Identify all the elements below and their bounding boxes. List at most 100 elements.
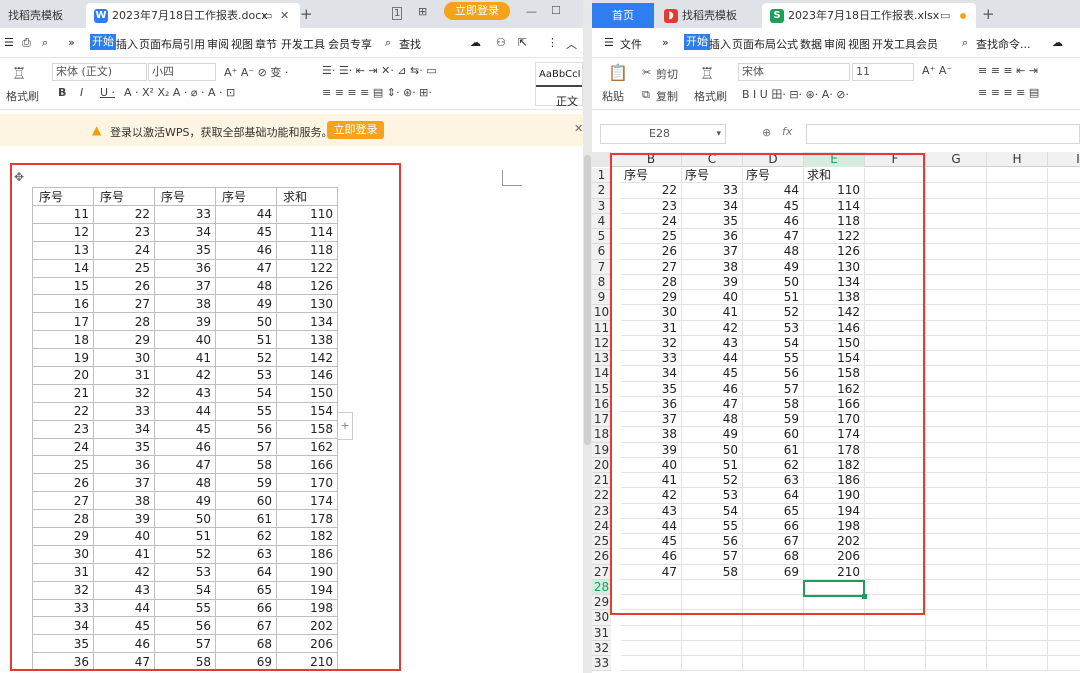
name-box[interactable]: E28 ▾	[600, 124, 726, 144]
sheet-cell[interactable]	[1048, 488, 1080, 504]
new-tab-icon[interactable]: +	[300, 5, 313, 23]
row-header[interactable]: 4	[592, 213, 611, 229]
sheet-cell[interactable]	[1048, 458, 1080, 473]
maximize-icon[interactable]: ☐	[551, 4, 561, 17]
tab-xlsx[interactable]: S 2023年7月18日工作报表.xlsx ▭	[762, 3, 976, 28]
sheet-cell[interactable]	[926, 351, 987, 367]
cloud-icon[interactable]: ☁	[470, 36, 481, 49]
row-header[interactable]: 1	[592, 168, 611, 184]
new-tab-icon-right[interactable]: +	[982, 5, 995, 23]
menu-file[interactable]: 文件	[620, 36, 642, 52]
sheet-cell[interactable]	[987, 183, 1048, 199]
sheet-cell[interactable]	[987, 518, 1048, 534]
sheet-cell[interactable]	[1048, 336, 1080, 351]
column-header[interactable]: H	[987, 152, 1048, 167]
sheet-cell[interactable]	[926, 488, 987, 504]
sheet-cell[interactable]	[926, 412, 987, 428]
sheet-cell[interactable]	[987, 473, 1048, 489]
sheet-cell[interactable]	[926, 534, 987, 550]
sheet-cell[interactable]	[987, 534, 1048, 550]
sheet-cell[interactable]	[1048, 641, 1080, 656]
sheet-cell[interactable]	[987, 259, 1048, 275]
search-icon-right[interactable]: ⌕	[962, 36, 968, 50]
sheet-cell[interactable]	[682, 640, 743, 656]
row-header[interactable]: 25	[592, 534, 611, 550]
menu-page-layout-right[interactable]: 页面布局	[732, 36, 776, 52]
font-grow-icon[interactable]: A⁺ A⁻ ⊘ 变 ·	[224, 64, 288, 80]
sheet-cell[interactable]	[1048, 168, 1080, 184]
sheet-cell[interactable]	[1048, 199, 1080, 214]
sheet-cell[interactable]	[926, 335, 987, 351]
menu-start[interactable]: 开始	[90, 34, 116, 50]
column-header[interactable]: I	[1048, 152, 1080, 167]
sheet-cell[interactable]	[987, 229, 1048, 245]
sheet-cell[interactable]	[926, 244, 987, 260]
menu-more-icon[interactable]: ⋮	[547, 36, 558, 49]
close-notice-icon[interactable]: ✕	[574, 122, 583, 135]
sheet-cell[interactable]	[1048, 382, 1080, 397]
login-button[interactable]: 立即登录	[444, 2, 510, 20]
menu-search[interactable]: 查找	[399, 36, 421, 52]
row-header[interactable]: 6	[592, 244, 611, 260]
sheet-cell[interactable]	[1048, 305, 1080, 321]
sheet-cell[interactable]	[987, 610, 1048, 626]
row-header[interactable]: 8	[592, 274, 611, 290]
row-header[interactable]: 13	[592, 351, 611, 367]
sheet-cell[interactable]	[1048, 565, 1080, 580]
row-header[interactable]: 17	[592, 412, 611, 428]
sheet-cell[interactable]	[987, 442, 1048, 458]
font-family-select-right[interactable]: 宋体	[738, 63, 850, 81]
zoom-formula-icon[interactable]: ⊕	[762, 126, 771, 139]
sheet-cell[interactable]	[1048, 595, 1080, 611]
sheet-cell[interactable]	[1048, 321, 1080, 336]
row-header[interactable]: 27	[592, 564, 611, 580]
sheet-cell[interactable]	[926, 656, 987, 672]
sheet-cell[interactable]	[987, 396, 1048, 412]
sheet-cell[interactable]	[1048, 366, 1080, 382]
minimize-icon[interactable]: —	[526, 5, 537, 18]
sheet-cell[interactable]	[804, 625, 865, 641]
row-header[interactable]: 11	[592, 320, 611, 336]
font-family-select[interactable]: 宋体 (正文)	[52, 63, 147, 81]
font-size-select[interactable]: 小四	[148, 63, 216, 81]
sheet-cell[interactable]	[987, 213, 1048, 229]
sheet-cell[interactable]	[987, 305, 1048, 321]
more-icon-right[interactable]: »	[662, 36, 669, 49]
sheet-cell[interactable]	[926, 595, 987, 611]
cut-icon[interactable]: ✂	[642, 66, 651, 79]
collapse-icon[interactable]: ︿	[566, 36, 577, 52]
sheet-cell[interactable]	[926, 320, 987, 336]
sheet-cell[interactable]	[987, 412, 1048, 428]
sheet-cell[interactable]	[1048, 443, 1080, 458]
sheet-cell[interactable]	[621, 625, 682, 641]
sheet-cell[interactable]	[865, 656, 926, 672]
sheet-cell[interactable]	[1048, 214, 1080, 229]
sheet-cell[interactable]	[1048, 183, 1080, 199]
row-header[interactable]: 33	[592, 656, 611, 672]
sheet-cell[interactable]	[926, 381, 987, 397]
sheet-cell[interactable]	[926, 549, 987, 565]
sheet-cell[interactable]	[1048, 275, 1080, 290]
sheet-cell[interactable]	[743, 656, 804, 672]
font-size-select-right[interactable]: 11	[852, 63, 914, 81]
sheet-cell[interactable]	[926, 473, 987, 489]
row-header[interactable]: 23	[592, 503, 611, 519]
sheet-cell[interactable]	[1048, 473, 1080, 489]
text-format-icons-right[interactable]: B I U 田· ⊟· ⊛· A· ⊘·	[742, 86, 849, 102]
sheet-cell[interactable]	[926, 198, 987, 214]
sheet-cell[interactable]	[926, 290, 987, 306]
format-brush-icon[interactable]: ♖	[12, 64, 26, 83]
sheet-cell[interactable]	[1048, 397, 1080, 412]
sheet-cell[interactable]	[1048, 656, 1080, 672]
sheet-cell[interactable]	[926, 503, 987, 519]
sheet-cell[interactable]	[926, 457, 987, 473]
sheet-cell[interactable]	[987, 625, 1048, 641]
search-icon[interactable]: ⌕	[385, 36, 391, 50]
row-header[interactable]: 26	[592, 549, 611, 565]
menu-dev-tools[interactable]: 开发工具	[281, 36, 325, 52]
text-effects-icon[interactable]: A · X² X₂ A · ⌀ · A · ⊡	[124, 86, 235, 99]
close-tab-icon[interactable]: ✕	[280, 3, 289, 28]
share-icon[interactable]: ⇱	[518, 36, 527, 49]
list-icons[interactable]: ☰· ☰· ⇤ ⇥ ✕· ⊿ ⇆· ▭	[322, 64, 437, 77]
row-header[interactable]: 15	[592, 381, 611, 397]
